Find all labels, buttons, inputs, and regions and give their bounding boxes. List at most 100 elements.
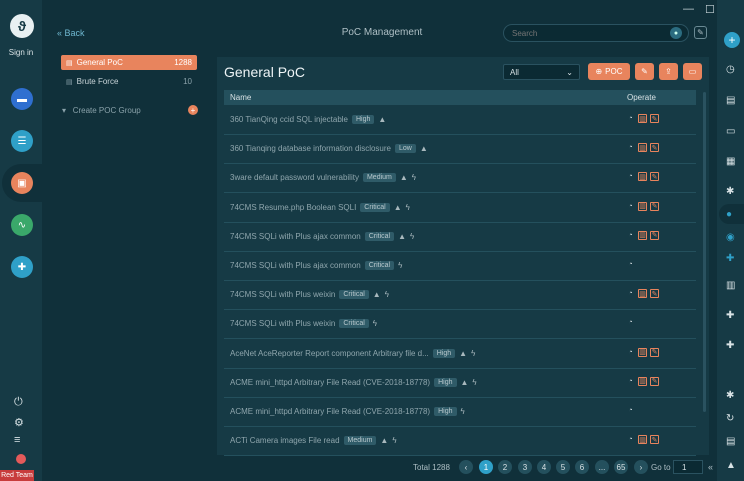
search-input[interactable]: [503, 24, 689, 42]
page-button[interactable]: 65: [614, 460, 628, 474]
edit-icon[interactable]: ✎: [650, 201, 659, 211]
bug-icon[interactable]: ✱: [726, 186, 734, 197]
import-icon[interactable]: ⇪: [659, 63, 678, 80]
app-logo-icon[interactable]: ϑ: [10, 14, 34, 38]
edit-icon[interactable]: ✎: [650, 172, 659, 182]
prev-page-icon[interactable]: ‹: [459, 460, 473, 474]
edit-icon[interactable]: ✎: [650, 347, 659, 357]
table-row[interactable]: 74CMS SQLi with Plus weixin Critical ▲ ϟ ◔ ▥ ✎: [224, 281, 696, 311]
back-link[interactable]: « Back: [57, 28, 85, 38]
assets-icon[interactable]: ▬: [11, 88, 33, 110]
delete-icon[interactable]: ▥: [638, 289, 647, 299]
poc-name: ACTi Camera images File read: [230, 436, 340, 446]
run-icon[interactable]: ◔: [626, 260, 635, 269]
power-icon[interactable]: ⏻: [14, 396, 23, 409]
edit-icon[interactable]: ✎: [650, 143, 659, 153]
run-icon[interactable]: ◔: [626, 114, 635, 123]
page-button[interactable]: ...: [595, 460, 609, 474]
refresh-icon[interactable]: ↻: [726, 413, 734, 424]
page-button[interactable]: 5: [556, 460, 570, 474]
next-page-icon[interactable]: ›: [634, 460, 648, 474]
run-icon[interactable]: ◔: [626, 318, 635, 327]
page-button[interactable]: 6: [575, 460, 589, 474]
table-row[interactable]: 74CMS Resume.php Boolean SQLI Critical ▲ ϟ ◔…: [224, 194, 696, 223]
delete-icon[interactable]: ▥: [638, 376, 647, 386]
page-button[interactable]: 3: [518, 460, 532, 474]
goto-label: Go to: [651, 463, 671, 472]
document-icon[interactable]: ▤: [726, 95, 735, 106]
delete-icon[interactable]: ▥: [638, 347, 647, 357]
table-row[interactable]: 360 Tianqing database information disclo…: [224, 135, 696, 165]
table-row[interactable]: 3ware default password vulnerability Medi…: [224, 164, 696, 194]
run-icon[interactable]: ◔: [626, 377, 635, 386]
list-icon[interactable]: ☰: [11, 130, 33, 152]
sidebar-item-brute-force[interactable]: ▤ Brute Force 10: [61, 74, 197, 89]
run-icon[interactable]: ◔: [626, 231, 635, 240]
run-icon[interactable]: ◔: [626, 172, 635, 181]
table-row[interactable]: 74CMS SQLi with Plus weixin Critical ϟ ◔: [224, 310, 696, 340]
level-filter-select[interactable]: All ⌄: [503, 64, 580, 80]
table-row[interactable]: ACME mini_httpd Arbitrary File Read (CVE…: [224, 369, 696, 398]
run-icon[interactable]: ◔: [626, 406, 635, 415]
team-badge[interactable]: Red Team: [0, 470, 34, 481]
table-row[interactable]: 74CMS SQLi with Plus ajax common Critical…: [224, 252, 696, 281]
report-icon[interactable]: ▦: [726, 156, 735, 167]
extensions-icon[interactable]: ✚: [726, 340, 734, 351]
collapse-icon[interactable]: «: [708, 462, 713, 472]
clock-icon[interactable]: ◷: [726, 64, 735, 75]
table-scrollbar[interactable]: [703, 92, 706, 412]
add-poc-button[interactable]: ⊕ POC: [588, 63, 630, 80]
create-group-row[interactable]: ▾ Create POC Group +: [62, 105, 198, 115]
minimize-button[interactable]: —: [683, 3, 694, 15]
scan-target-icon[interactable]: ◉: [726, 232, 735, 243]
goto-page-input[interactable]: [673, 460, 703, 474]
delete-icon[interactable]: ▥: [638, 172, 647, 182]
search-icon[interactable]: ●: [670, 27, 682, 39]
run-icon[interactable]: ◔: [626, 435, 635, 444]
alert-icon[interactable]: ▲: [726, 460, 736, 471]
run-icon[interactable]: ◔: [626, 348, 635, 357]
edit-icon[interactable]: ✎: [650, 376, 659, 386]
page-button[interactable]: 2: [498, 460, 512, 474]
delete-icon[interactable]: ▥: [638, 230, 647, 240]
puzzle-icon[interactable]: ✚: [726, 253, 734, 264]
run-icon[interactable]: ◔: [626, 202, 635, 211]
table-row[interactable]: 360 TianQing ccid SQL injectable High ▲ ◔ ▥ ✎: [224, 106, 696, 135]
run-icon[interactable]: ◔: [626, 143, 635, 152]
table-row[interactable]: ACME mini_httpd Arbitrary File Read (CVE…: [224, 398, 696, 427]
poc-icon[interactable]: ▣: [11, 172, 33, 194]
settings-icon[interactable]: ⚙: [14, 416, 24, 429]
menu-icon[interactable]: ≡: [14, 434, 20, 446]
page-button[interactable]: 4: [537, 460, 551, 474]
table-row[interactable]: AceNet AceReporter Report component Arbi…: [224, 340, 696, 369]
table-row[interactable]: 74CMS SQLi with Plus ajax common Critical…: [224, 223, 696, 252]
table-row[interactable]: ACTi Camera images File read Medium ▲ ϟ ◔ ▥ ✎: [224, 427, 696, 457]
add-group-icon[interactable]: +: [188, 105, 198, 115]
delete-icon[interactable]: ▥: [638, 114, 647, 123]
debug-icon[interactable]: ✱: [726, 390, 734, 401]
edit-icon[interactable]: ✎: [694, 26, 707, 39]
delete-icon[interactable]: ▥: [638, 435, 647, 445]
edit-icon[interactable]: ✎: [650, 289, 659, 299]
maximize-button[interactable]: ☐: [705, 3, 715, 16]
sidebar-item-general-poc[interactable]: ▤ General PoC 1288: [61, 55, 197, 70]
delete-icon[interactable]: ▥: [638, 143, 647, 153]
bar-chart-icon[interactable]: ▥: [726, 280, 735, 291]
notes-icon[interactable]: ▤: [726, 436, 735, 447]
page-button[interactable]: 1: [479, 460, 493, 474]
poc-name: 360 Tianqing database information disclo…: [230, 144, 391, 154]
plugin-icon[interactable]: ✚: [11, 256, 33, 278]
folder-open-icon[interactable]: ▭: [683, 63, 702, 80]
monitor-icon[interactable]: ▭: [726, 126, 735, 137]
delete-icon[interactable]: ▥: [638, 201, 647, 211]
edit-icon[interactable]: ✎: [650, 230, 659, 240]
edit-icon[interactable]: ✎: [650, 114, 659, 123]
add-icon[interactable]: +: [724, 32, 740, 48]
plugin-tools-icon[interactable]: ✚: [726, 310, 734, 321]
sign-in-link[interactable]: Sign in: [0, 48, 42, 57]
run-icon[interactable]: ◔: [626, 289, 635, 298]
edit-poc-icon[interactable]: ✎: [635, 63, 654, 80]
poc-scan-icon[interactable]: ●: [726, 209, 732, 220]
edit-icon[interactable]: ✎: [650, 435, 659, 445]
chart-icon[interactable]: ∿: [11, 214, 33, 236]
